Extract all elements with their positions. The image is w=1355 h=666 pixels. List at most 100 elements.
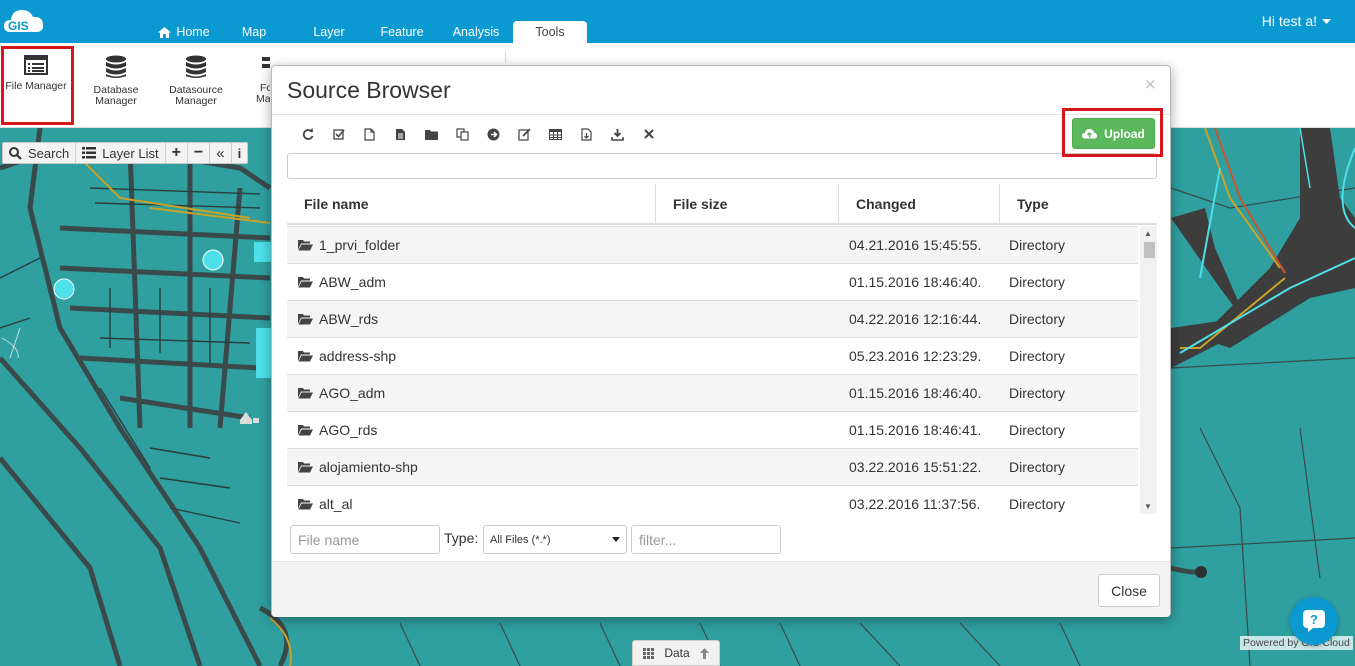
info-button[interactable]: i [232,143,248,163]
home-icon [158,26,172,38]
data-panel-tab[interactable]: Data [632,640,720,666]
folder-icon[interactable] [416,125,447,143]
table-row[interactable]: alt_al 03.22.2016 11:37:56. Directory [287,485,1138,514]
folder-open-icon [298,425,313,436]
file-type: Directory [1009,274,1066,290]
file-name: AGO_adm [319,385,386,401]
caret-down-icon [1322,18,1331,24]
file-changed: 01.15.2016 18:46:40. [849,385,982,401]
source-browser-dialog: Source Browser × Upload File name File s… [271,65,1171,617]
zoom-out-icon: − [193,144,204,161]
file-name-filter-input[interactable]: File name [290,525,440,554]
map-search-button[interactable]: Search [3,143,77,163]
file-changed: 01.15.2016 18:46:40. [849,274,982,290]
partial-ribbon-button[interactable]: Fo Ma [248,55,270,105]
tab-feature-label: Feature [380,25,424,39]
scroll-down-icon[interactable]: ▼ [1144,502,1152,511]
file-type: Directory [1009,348,1066,364]
tab-feature[interactable]: Feature [372,21,432,43]
new-file-icon[interactable] [354,125,385,143]
tab-home-label: Home [176,25,210,39]
close-button[interactable]: Close [1098,574,1160,607]
dialog-close-icon[interactable]: × [1144,74,1156,97]
type-select[interactable]: All Files (*.*) [483,525,627,554]
filter-input[interactable]: filter... [631,525,781,554]
file-table-header: File name File size Changed Type [287,184,1157,225]
file-name: alojamiento-shp [319,459,418,475]
zoom-in-button[interactable]: + [166,143,188,163]
file-name: 1_prvi_folder [319,237,400,253]
file-changed: 04.21.2016 15:45:55. [849,237,982,253]
collapse-panel-button[interactable]: « [210,143,232,163]
layer-list-button[interactable]: Layer List [76,143,166,163]
scroll-up-icon[interactable]: ▲ [1144,229,1152,238]
column-type[interactable]: Type [999,184,1157,224]
table-icon[interactable] [540,125,571,143]
edit-icon[interactable] [509,125,540,143]
file-name: ABW_adm [319,274,386,290]
check-all-icon[interactable] [323,125,354,143]
info-icon: i [237,145,242,161]
file-icon[interactable] [385,125,416,143]
refresh-icon[interactable] [292,125,323,143]
table-row[interactable]: ABW_rds 04.22.2016 12:16:44. Directory [287,300,1138,337]
scroll-thumb[interactable] [1144,242,1155,258]
gis-cloud-logo[interactable]: GIS [2,4,46,38]
path-input[interactable] [287,153,1157,179]
file-name: AGO_rds [319,422,378,438]
file-changed: 03.22.2016 11:37:56. [849,496,981,512]
tab-map[interactable]: Map [230,21,278,43]
folder-open-icon [298,499,313,510]
datasource-manager-button[interactable]: Datasource Manager [161,55,231,107]
column-file-name[interactable]: File name [287,184,655,224]
file-manager-highlight [1,46,74,125]
tab-analysis[interactable]: Analysis [445,21,507,43]
file-type: Directory [1009,496,1066,512]
user-menu[interactable]: Hi test a! [1262,13,1331,29]
table-row[interactable]: address-shp 05.23.2016 12:23:29. Directo… [287,337,1138,374]
table-row[interactable]: ABW_adm 01.15.2016 18:46:40. Directory [287,263,1138,300]
collapse-icon: « [216,144,225,162]
dialog-header-divider [272,114,1170,115]
column-changed[interactable]: Changed [838,184,999,224]
datasource-manager-label: Datasource Manager [169,84,223,107]
file-toolbar [292,125,664,143]
folder-open-icon [298,388,313,399]
file-export-icon[interactable] [571,125,602,143]
download-icon[interactable] [602,125,633,143]
dialog-footer: Close [272,561,1170,617]
chat-question-icon: ? [1303,610,1325,632]
column-file-size[interactable]: File size [655,184,838,224]
type-label: Type: [444,530,479,546]
copy-icon[interactable] [447,125,478,143]
table-row[interactable]: 1_prvi_folder 04.21.2016 15:45:55. Direc… [287,226,1138,263]
arrow-up-icon [699,647,709,659]
table-row[interactable]: alojamiento-shp 03.22.2016 15:51:22. Dir… [287,448,1138,485]
logo-text: GIS [8,19,29,33]
file-changed: 05.23.2016 12:23:29. [849,348,982,364]
folder-open-icon [298,462,313,473]
table-row[interactable]: AGO_rds 01.15.2016 18:46:41. Directory [287,411,1138,448]
user-menu-label: Hi test a! [1261,13,1317,29]
database-manager-button[interactable]: Database Manager [81,55,151,107]
help-chat-button[interactable]: ? [1290,597,1338,645]
tab-layer[interactable]: Layer [302,21,356,43]
tab-home[interactable]: Home [152,21,216,43]
table-scrollbar[interactable]: ▲ ▼ [1140,226,1157,514]
map-search-label: Search [28,145,70,161]
table-row[interactable]: AGO_adm 01.15.2016 18:46:40. Directory [287,374,1138,411]
folder-open-icon [298,314,313,325]
zoom-out-button[interactable]: − [188,143,211,163]
move-icon[interactable] [478,125,509,143]
search-icon [9,146,22,160]
list-icon [82,147,97,159]
datasource-icon [186,55,206,78]
tab-tools[interactable]: Tools [513,21,587,43]
map-toolbar: Search Layer List + − « i [2,142,249,164]
file-type: Directory [1009,422,1066,438]
database-manager-label: Database Manager [93,84,139,107]
select-arrow-icon [612,537,620,542]
file-type: Directory [1009,237,1066,253]
delete-icon[interactable] [633,125,664,143]
upload-highlight [1062,108,1163,157]
